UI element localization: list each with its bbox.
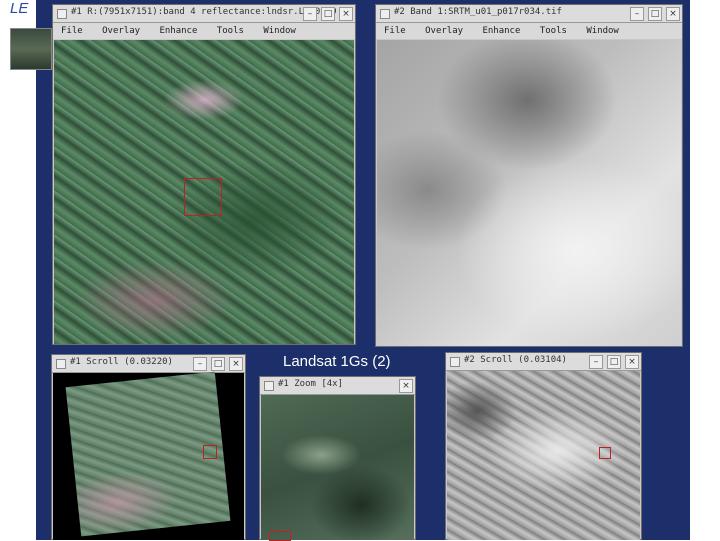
menu-overlay[interactable]: Overlay <box>425 26 463 36</box>
window-title: #1 R:(7951x7151):band 4 reflectance:lnds… <box>71 7 337 17</box>
window-titlebar[interactable]: #2 Band 1:SRTM_u01_p017r034.tif – □ × <box>376 5 682 23</box>
menu-file[interactable]: File <box>384 26 406 36</box>
minimize-icon[interactable]: – <box>303 7 317 21</box>
zoom-image[interactable] <box>261 395 414 541</box>
maximize-icon[interactable]: □ <box>648 7 662 21</box>
landsat-image[interactable] <box>54 40 354 344</box>
zoom-window-1[interactable]: #1 Zoom [4x] × <box>259 376 416 541</box>
image-window-1[interactable]: #1 R:(7951x7151):band 4 reflectance:lnds… <box>52 4 356 345</box>
slide-title-fragment: LE <box>10 0 29 17</box>
window-menu-icon[interactable] <box>57 9 67 19</box>
maximize-icon[interactable]: □ <box>321 7 335 21</box>
scroll-window-2[interactable]: #2 Scroll (0.03104) – □ × <box>445 352 642 540</box>
window-titlebar[interactable]: #2 Scroll (0.03104) – □ × <box>446 353 641 371</box>
view-region-box[interactable] <box>203 445 217 459</box>
menu-file[interactable]: File <box>61 26 83 36</box>
window-titlebar[interactable]: #1 Scroll (0.03220) – □ × <box>52 355 245 373</box>
maximize-icon[interactable]: □ <box>607 355 621 369</box>
close-icon[interactable]: × <box>625 355 639 369</box>
window-menu-icon[interactable] <box>450 357 460 367</box>
window-title: #1 Zoom [4x] <box>278 379 344 389</box>
window-menu-icon[interactable] <box>264 381 274 391</box>
close-icon[interactable]: × <box>666 7 680 21</box>
menu-tools[interactable]: Tools <box>217 26 244 36</box>
scroll-window-1[interactable]: #1 Scroll (0.03220) – □ × <box>51 354 246 540</box>
menu-window[interactable]: Window <box>586 26 619 36</box>
menu-tools[interactable]: Tools <box>540 26 567 36</box>
scroll-overview-image[interactable] <box>447 371 640 540</box>
minimize-icon[interactable]: – <box>589 355 603 369</box>
window-title: #2 Band 1:SRTM_u01_p017r034.tif <box>394 7 562 17</box>
zoom-region-box[interactable] <box>184 178 222 216</box>
image-caption: Landsat 1Gs (2) <box>283 353 391 370</box>
minimize-icon[interactable]: – <box>193 357 207 371</box>
window-title: #1 Scroll (0.03220) <box>70 357 173 367</box>
menu-window[interactable]: Window <box>263 26 296 36</box>
menu-enhance[interactable]: Enhance <box>482 26 520 36</box>
close-icon[interactable]: × <box>229 357 243 371</box>
menu-overlay[interactable]: Overlay <box>102 26 140 36</box>
window-titlebar[interactable]: #1 R:(7951x7151):band 4 reflectance:lnds… <box>53 5 355 23</box>
menu-bar: File Overlay Enhance Tools Window <box>53 23 355 39</box>
srtm-elevation-image[interactable] <box>377 40 681 346</box>
thumbnail-image <box>10 28 52 70</box>
scroll-overview-image[interactable] <box>53 371 244 540</box>
window-menu-icon[interactable] <box>380 9 390 19</box>
maximize-icon[interactable]: □ <box>211 357 225 371</box>
minimize-icon[interactable]: – <box>630 7 644 21</box>
window-menu-icon[interactable] <box>56 359 66 369</box>
window-title: #2 Scroll (0.03104) <box>464 355 567 365</box>
image-window-2[interactable]: #2 Band 1:SRTM_u01_p017r034.tif – □ × Fi… <box>375 4 683 347</box>
close-icon[interactable]: × <box>339 7 353 21</box>
window-titlebar[interactable]: #1 Zoom [4x] × <box>260 377 415 395</box>
close-icon[interactable]: × <box>399 379 413 393</box>
view-region-box[interactable] <box>599 447 611 459</box>
menu-enhance[interactable]: Enhance <box>159 26 197 36</box>
menu-bar: File Overlay Enhance Tools Window <box>376 23 682 39</box>
